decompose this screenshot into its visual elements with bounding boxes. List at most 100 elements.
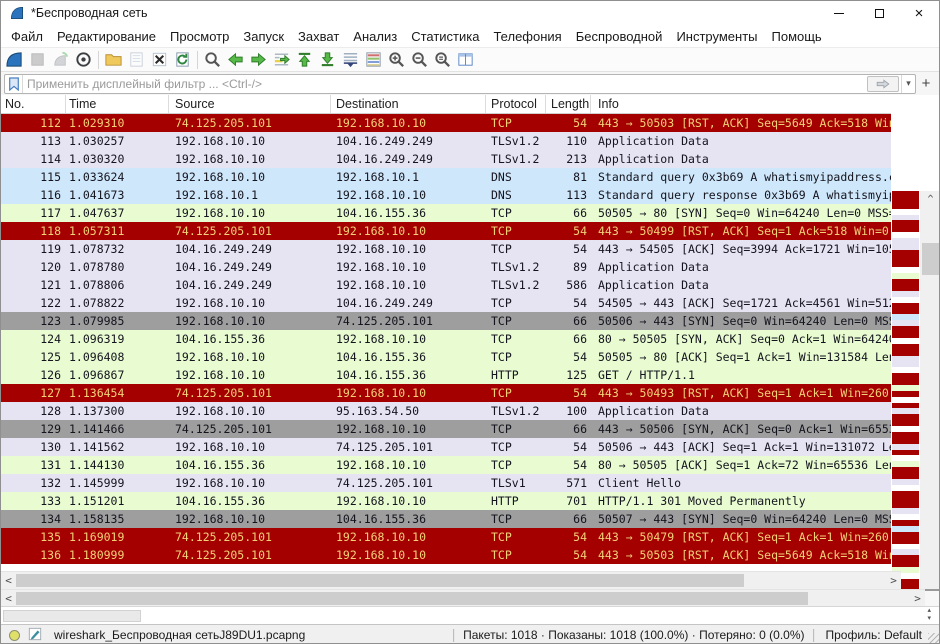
column-header-time[interactable]: Time	[66, 95, 169, 113]
go-to-top-button[interactable]	[293, 49, 316, 71]
vertical-scrollbar-thumb[interactable]	[922, 243, 939, 275]
packet-row[interactable]: 1351.16901974.125.205.101192.168.10.10TC…	[1, 528, 891, 546]
resize-grip-icon[interactable]	[928, 633, 939, 644]
resize-columns-button[interactable]	[454, 49, 477, 71]
menu-wireless[interactable]: Беспроводной	[569, 29, 670, 44]
packet-row[interactable]: 1321.145999192.168.10.1074.125.205.101TL…	[1, 474, 891, 492]
column-header-destination[interactable]: Destination	[331, 95, 486, 113]
expert-info-icon[interactable]	[9, 630, 20, 641]
horizontal-scrollbar-1[interactable]: < >	[1, 571, 901, 589]
menu-go[interactable]: Запуск	[236, 29, 291, 44]
auto-scroll-button[interactable]	[339, 49, 362, 71]
packet-row[interactable]: 1161.041673192.168.10.1192.168.10.10DNS1…	[1, 186, 891, 204]
cell-no: 116	[1, 186, 66, 204]
cell-len: 66	[546, 330, 591, 348]
stop-capture-button[interactable]	[26, 49, 49, 71]
maximize-button[interactable]	[859, 1, 899, 25]
packet-row[interactable]: 1221.078822192.168.10.10104.16.249.249TC…	[1, 294, 891, 312]
packet-row[interactable]: 1171.047637192.168.10.10104.16.155.36TCP…	[1, 204, 891, 222]
close-file-button[interactable]	[148, 49, 171, 71]
go-back-button[interactable]	[224, 49, 247, 71]
column-header-info[interactable]: Info	[591, 95, 891, 113]
cell-time: 1.137300	[66, 402, 169, 420]
menu-view[interactable]: Просмотр	[163, 29, 236, 44]
packet-row[interactable]: 1271.13645474.125.205.101192.168.10.10TC…	[1, 384, 891, 402]
horizontal-scrollbar-2[interactable]: < >	[1, 589, 925, 606]
open-file-button[interactable]	[102, 49, 125, 71]
packet-row[interactable]: 1141.030320192.168.10.10104.16.249.249TL…	[1, 150, 891, 168]
menu-capture[interactable]: Захват	[291, 29, 346, 44]
apply-filter-button[interactable]	[867, 76, 899, 92]
collapsed-pane-handle[interactable]	[3, 610, 141, 622]
packet-row[interactable]: 1201.078780104.16.249.249192.168.10.10TL…	[1, 258, 891, 276]
vertical-scrollbar[interactable]: ^ v	[920, 191, 940, 644]
packet-row[interactable]: 1361.18099974.125.205.101192.168.10.10TC…	[1, 546, 891, 564]
horizontal-scrollbar-thumb[interactable]	[16, 592, 808, 605]
packet-row[interactable]: 1251.096408192.168.10.10104.16.155.36TCP…	[1, 348, 891, 366]
colorize-button[interactable]	[362, 49, 385, 71]
close-button[interactable]: ×	[899, 1, 939, 25]
cell-len: 89	[546, 258, 591, 276]
packet-row[interactable]: 1331.151201104.16.155.36192.168.10.10HTT…	[1, 492, 891, 510]
resize-columns-icon	[456, 50, 475, 69]
menu-file[interactable]: Файл	[4, 29, 50, 44]
packet-row[interactable]: 1231.079985192.168.10.1074.125.205.101TC…	[1, 312, 891, 330]
menu-tools[interactable]: Инструменты	[669, 29, 764, 44]
cell-no: 134	[1, 510, 66, 528]
menu-analyze[interactable]: Анализ	[346, 29, 404, 44]
column-header-source[interactable]: Source	[169, 95, 331, 113]
cell-time: 1.096408	[66, 348, 169, 366]
profile-label[interactable]: Профиль: Default	[820, 628, 929, 642]
packet-row[interactable]: 1211.078806104.16.249.249192.168.10.10TL…	[1, 276, 891, 294]
scroll-up-arrow-icon[interactable]: ^	[920, 191, 940, 207]
start-capture-button[interactable]	[3, 49, 26, 71]
add-filter-button-plus[interactable]: +	[916, 75, 936, 92]
cell-proto: TLSv1.2	[486, 258, 546, 276]
display-filter-input[interactable]	[23, 77, 867, 91]
packet-row[interactable]: 1121.02931074.125.205.101192.168.10.10TC…	[1, 114, 891, 132]
packet-row[interactable]: 1301.141562192.168.10.1074.125.205.101TC…	[1, 438, 891, 456]
restart-capture-button[interactable]	[49, 49, 72, 71]
column-header-protocol[interactable]: Protocol	[486, 95, 546, 113]
menu-statistics[interactable]: Статистика	[404, 29, 486, 44]
reload-file-button[interactable]	[171, 49, 194, 71]
capture-options-button[interactable]	[72, 49, 95, 71]
packet-row[interactable]: 1151.033624192.168.10.10192.168.10.1DNS8…	[1, 168, 891, 186]
packet-row[interactable]: 1181.05731174.125.205.101192.168.10.10TC…	[1, 222, 891, 240]
column-header-no[interactable]: No.	[1, 95, 66, 113]
filter-dropdown-caret[interactable]: ▾	[901, 75, 915, 93]
minimize-button[interactable]	[819, 1, 859, 25]
packet-row[interactable]: 1291.14146674.125.205.101192.168.10.10TC…	[1, 420, 891, 438]
scroll-right-arrow-icon[interactable]: >	[910, 592, 925, 605]
menu-help[interactable]: Помощь	[765, 29, 829, 44]
save-file-button[interactable]	[125, 49, 148, 71]
cell-no: 118	[1, 222, 66, 240]
bookmark-icon[interactable]	[5, 75, 23, 93]
go-to-bottom-button[interactable]	[316, 49, 339, 71]
menu-telephony[interactable]: Телефония	[486, 29, 568, 44]
packet-row[interactable]: 1191.078732104.16.249.249192.168.10.10TC…	[1, 240, 891, 258]
scroll-left-arrow-icon[interactable]: <	[1, 574, 16, 587]
scroll-right-arrow-icon[interactable]: >	[886, 574, 901, 587]
zoom-reset-button[interactable]	[431, 49, 454, 71]
packet-row[interactable]: 1311.144130104.16.155.36192.168.10.10TCP…	[1, 456, 891, 474]
zoom-in-button[interactable]	[385, 49, 408, 71]
spinner-arrows-icon[interactable]: ▴▾	[927, 607, 931, 623]
go-to-packet-button[interactable]	[270, 49, 293, 71]
cell-dst: 104.16.249.249	[331, 294, 486, 312]
scroll-left-arrow-icon[interactable]: <	[1, 592, 16, 605]
zoom-out-button[interactable]	[408, 49, 431, 71]
horizontal-scrollbar-thumb[interactable]	[16, 574, 744, 587]
cell-src: 192.168.10.10	[169, 402, 331, 420]
packet-row[interactable]: 1261.096867192.168.10.10104.16.155.36HTT…	[1, 366, 891, 384]
find-packet-button[interactable]	[201, 49, 224, 71]
packet-row[interactable]: 1131.030257192.168.10.10104.16.249.249TL…	[1, 132, 891, 150]
packet-row[interactable]: 1241.096319104.16.155.36192.168.10.10TCP…	[1, 330, 891, 348]
packet-row[interactable]: 1281.137300192.168.10.1095.163.54.50TLSv…	[1, 402, 891, 420]
cell-dst: 74.125.205.101	[331, 438, 486, 456]
packet-row[interactable]: 1341.158135192.168.10.10104.16.155.36TCP…	[1, 510, 891, 528]
column-header-length[interactable]: Length	[546, 95, 591, 113]
capture-comment-icon[interactable]	[28, 627, 42, 644]
menu-edit[interactable]: Редактирование	[50, 29, 163, 44]
go-forward-button[interactable]	[247, 49, 270, 71]
